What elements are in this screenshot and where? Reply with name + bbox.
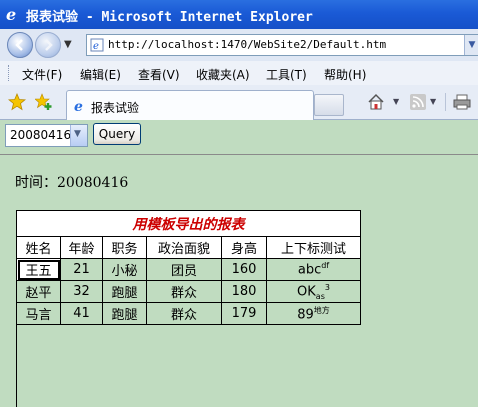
new-tab-button[interactable] [314,94,344,116]
window-titlebar[interactable]: e 报表试验 - Microsoft Internet Explorer [0,0,478,29]
date-select[interactable]: 20080416 ▼ [5,124,88,147]
print-icon[interactable] [453,94,471,110]
table-row: 赵平 32 跑腿 群众 180 OKas3 [16,280,361,303]
header-job: 职务 [102,236,147,259]
header-politics: 政治面貌 [146,236,222,259]
svg-text:e: e [74,99,83,114]
svg-text:e: e [93,41,99,52]
header-name: 姓名 [16,236,61,259]
address-toolbar: ▼ e http://localhost:1470/WebSite2/Defau… [0,29,478,62]
report-title: 用模板导出的报表 [16,210,361,237]
add-favorites-icon[interactable] [35,93,53,111]
report-table: 用模板导出的报表 姓名 年龄 职务 政治面貌 身高 上下标测试 王五 21 小秘… [16,210,361,325]
cell-job: 跑腿 [102,280,147,303]
feeds-icon[interactable] [410,94,426,110]
back-arrow-icon [15,39,23,51]
cell-name: 马言 [16,302,61,325]
forward-arrow-icon [45,39,53,51]
cell-politics: 群众 [146,280,222,303]
cell-height: 179 [221,302,267,325]
tab-page-icon: e [74,99,83,114]
tab-toolbar: e 报表试验 ▼ ▼ [0,85,478,120]
table-row: 马言 41 跑腿 群众 179 89地方 [16,302,361,325]
test-sup: df [321,261,330,271]
menu-grip [8,65,12,81]
home-dropdown-icon[interactable]: ▼ [393,97,399,106]
cell-age: 21 [60,258,103,281]
cell-name[interactable]: 王五 [16,258,61,281]
report-header-row: 姓名 年龄 职务 政治面貌 身高 上下标测试 [16,236,361,259]
cell-age: 41 [60,302,103,325]
test-sup: 地方 [313,305,330,315]
cell-height: 160 [221,258,267,281]
menu-file[interactable]: 文件(F) [22,66,62,83]
test-sub: as [315,291,325,301]
address-field[interactable]: e http://localhost:1470/WebSite2/Default… [86,34,478,56]
chevron-down-icon: ▼ [74,129,81,139]
cell-height: 180 [221,280,267,303]
feeds-dropdown-icon[interactable]: ▼ [430,97,436,106]
address-dropdown-icon[interactable]: ▼ [464,35,478,55]
menu-tools[interactable]: 工具(T) [266,66,307,83]
cell-age: 32 [60,280,103,303]
ie-logo-icon: e [6,5,16,23]
test-base: 89 [297,307,314,323]
menu-help[interactable]: 帮助(H) [324,66,366,83]
back-button[interactable] [7,32,33,58]
cell-name: 赵平 [16,280,61,303]
date-select-value: 20080416 [10,128,72,142]
cell-politics: 团员 [146,258,222,281]
window-title: 报表试验 - Microsoft Internet Explorer [26,10,313,25]
test-sup: 3 [324,282,330,292]
header-sup-sub-test: 上下标测试 [266,236,361,259]
test-base: OK [297,283,316,299]
cell-job: 跑腿 [102,302,147,325]
menu-favorites[interactable]: 收藏夹(A) [196,66,250,83]
table-row: 王五 21 小秘 团员 160 abcdf [16,258,361,281]
recent-pages-dropdown[interactable]: ▼ [64,39,72,50]
cell-sup-sub-test: OKas3 [266,280,361,303]
home-icon[interactable] [367,93,385,111]
header-age: 年龄 [60,236,103,259]
tab-current[interactable]: e 报表试验 [66,90,314,120]
query-button[interactable]: Query [93,123,141,145]
header-height: 身高 [221,236,267,259]
menu-bar: 文件(F) 编辑(E) 查看(V) 收藏夹(A) 工具(T) 帮助(H) [0,61,478,86]
tab-label: 报表试验 [91,101,140,115]
cell-sup-sub-test: abcdf [266,258,361,281]
forward-button[interactable] [35,32,61,58]
time-label: 时间：20080416 [15,175,129,191]
cell-job: 小秘 [102,258,147,281]
cell-sup-sub-test: 89地方 [266,302,361,325]
page-icon: e [90,38,104,52]
toolbar-separator [445,93,446,111]
svg-text:e: e [6,5,16,23]
address-url: http://localhost:1470/WebSite2/Default.h… [108,38,387,51]
favorites-star-icon[interactable] [8,93,26,111]
cell-politics: 群众 [146,302,222,325]
query-controls: 20080416 ▼ Query [0,120,478,155]
menu-view[interactable]: 查看(V) [138,66,180,83]
menu-edit[interactable]: 编辑(E) [80,66,121,83]
date-select-arrow[interactable]: ▼ [70,125,87,146]
test-base: abc [297,262,322,278]
